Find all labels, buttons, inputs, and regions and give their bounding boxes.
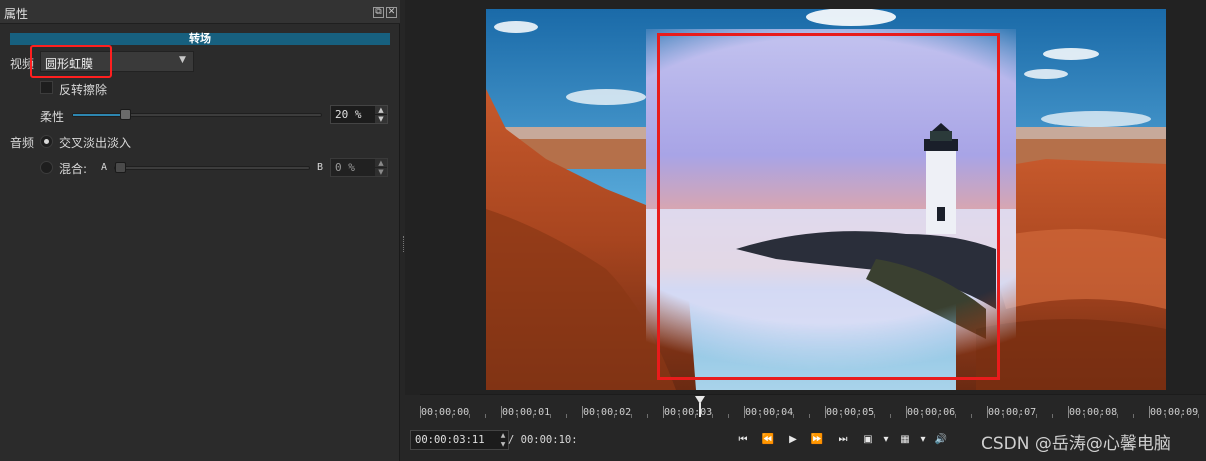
playhead-line: [699, 403, 701, 417]
ruler-minor-tick: [1003, 414, 1004, 418]
ruler-minor-tick: [874, 414, 875, 418]
ruler-tick-label: 00:00:06: [907, 407, 956, 418]
spin-up-icon[interactable]: ▲: [498, 431, 508, 440]
ruler-tick-label: 00:00:01: [502, 407, 551, 418]
softness-label: 柔性: [40, 110, 65, 124]
grid-icon[interactable]: ▦: [896, 432, 914, 448]
spin-down-icon[interactable]: ▼: [375, 168, 387, 176]
ruler-minor-tick: [793, 414, 794, 418]
grid-dropdown-icon[interactable]: ▾: [914, 432, 932, 448]
mix-radio[interactable]: [40, 161, 53, 174]
transition-section-header: 转场: [10, 33, 390, 45]
ruler-tick-label: 00:00:02: [583, 407, 632, 418]
ruler-minor-tick: [890, 414, 891, 418]
volume-icon[interactable]: 🔊: [932, 432, 950, 448]
spin-down-icon[interactable]: ▼: [375, 115, 387, 123]
ruler-minor-tick: [469, 414, 470, 418]
ruler-minor-tick: [598, 414, 599, 418]
mix-b-label: B: [317, 162, 324, 173]
ruler-minor-tick: [1165, 414, 1166, 418]
ruler-minor-tick: [1052, 414, 1053, 418]
preview-highlight-annotation: [657, 33, 1000, 380]
softness-slider-handle[interactable]: [120, 109, 131, 120]
ruler-minor-tick: [938, 414, 939, 418]
float-panel-icon[interactable]: ⧉: [373, 7, 384, 18]
close-panel-icon[interactable]: ✕: [386, 7, 397, 18]
softness-value: 20 %: [335, 108, 362, 121]
ruler-minor-tick: [631, 414, 632, 418]
skip-to-end-icon[interactable]: ⏭: [834, 432, 852, 448]
ruler-tick-label: 00:00:03: [664, 407, 713, 418]
timeline-ruler[interactable]: 00:00:00 00:00:01 00:00:02 00:00:03 00:00:04…: [420, 394, 1206, 424]
mix-spinbox[interactable]: 0 % ▲ ▼: [330, 158, 388, 177]
ruler-minor-tick: [566, 414, 567, 418]
ruler-minor-tick: [436, 414, 437, 418]
panel-titlebar: 属性 ⧉ ✕: [0, 0, 400, 24]
mix-label: 混合:: [59, 162, 88, 176]
ruler-minor-tick: [712, 414, 713, 418]
ruler-minor-tick: [841, 414, 842, 418]
spin-down-icon[interactable]: ▼: [498, 440, 508, 449]
ruler-minor-tick: [776, 414, 777, 418]
softness-spinbox[interactable]: 20 % ▲ ▼: [330, 105, 388, 124]
ruler-tick-label: 00:00:09: [1150, 407, 1199, 418]
ruler-tick-label: 00:00:00: [421, 407, 470, 418]
mix-slider-handle[interactable]: [115, 162, 126, 173]
ruler-minor-tick: [1036, 414, 1037, 418]
ruler-minor-tick: [517, 414, 518, 418]
ruler-tick-label: 00:00:07: [988, 407, 1037, 418]
zoom-dropdown-icon[interactable]: ▾: [877, 432, 895, 448]
ruler-minor-tick: [533, 414, 534, 418]
dropdown-highlight-annotation: [30, 45, 112, 78]
play-icon[interactable]: ▶: [784, 432, 802, 448]
skip-to-start-icon[interactable]: ⏮: [734, 432, 752, 448]
duration-label: / 00:00:10:: [508, 434, 578, 446]
spin-up-icon[interactable]: ▲: [375, 159, 387, 167]
ruler-minor-tick: [1084, 414, 1085, 418]
ruler-minor-tick: [695, 414, 696, 418]
ruler-minor-tick: [647, 414, 648, 418]
crossfade-radio[interactable]: [40, 135, 53, 148]
ruler-minor-tick: [614, 414, 615, 418]
ruler-minor-tick: [1181, 414, 1182, 418]
ruler-minor-tick: [922, 414, 923, 418]
ruler-tick-label: 00:00:04: [745, 407, 794, 418]
ruler-minor-tick: [1198, 414, 1199, 418]
ruler-minor-tick: [760, 414, 761, 418]
ruler-minor-tick: [550, 414, 551, 418]
ruler-minor-tick: [452, 414, 453, 418]
ruler-minor-tick: [1019, 414, 1020, 418]
mix-value: 0 %: [335, 161, 355, 174]
watermark: CSDN @岳涛@心馨电脑: [981, 434, 1171, 454]
ruler-minor-tick: [1133, 414, 1134, 418]
ruler-tick-label: 00:00:08: [1069, 407, 1118, 418]
spin-up-icon[interactable]: ▲: [375, 106, 387, 114]
ruler-minor-tick: [857, 414, 858, 418]
invert-wipe-checkbox[interactable]: [40, 81, 53, 94]
ruler-minor-tick: [1117, 414, 1118, 418]
ruler-minor-tick: [728, 414, 729, 418]
softness-slider-fill: [73, 114, 123, 116]
chevron-down-icon: ▼: [179, 55, 186, 65]
position-timecode-field[interactable]: 00:00:03:11 ▲ ▼: [410, 430, 509, 450]
ruler-minor-tick: [1100, 414, 1101, 418]
properties-panel: 属性 ⧉ ✕ 转场 视频 圆形虹膜 ▼ 反转擦除 柔性 20 % ▲ ▼ 音频 …: [0, 0, 400, 461]
panel-title: 属性: [4, 7, 29, 21]
ruler-minor-tick: [955, 414, 956, 418]
invert-wipe-label: 反转擦除: [59, 83, 108, 97]
ruler-minor-tick: [485, 414, 486, 418]
ruler-tick-label: 00:00:05: [826, 407, 875, 418]
mix-slider[interactable]: [114, 166, 310, 170]
ruler-minor-tick: [679, 414, 680, 418]
crossfade-label: 交叉淡出淡入: [59, 136, 132, 150]
mix-a-label: A: [101, 162, 108, 173]
ruler-minor-tick: [971, 414, 972, 418]
rewind-icon[interactable]: ⏪: [759, 432, 777, 448]
position-timecode: 00:00:03:11: [415, 434, 485, 446]
audio-label: 音频: [10, 136, 35, 150]
zoom-fit-icon[interactable]: ▣: [859, 432, 877, 448]
softness-slider[interactable]: [72, 113, 322, 117]
ruler-minor-tick: [809, 414, 810, 418]
fast-forward-icon[interactable]: ⏩: [808, 432, 826, 448]
